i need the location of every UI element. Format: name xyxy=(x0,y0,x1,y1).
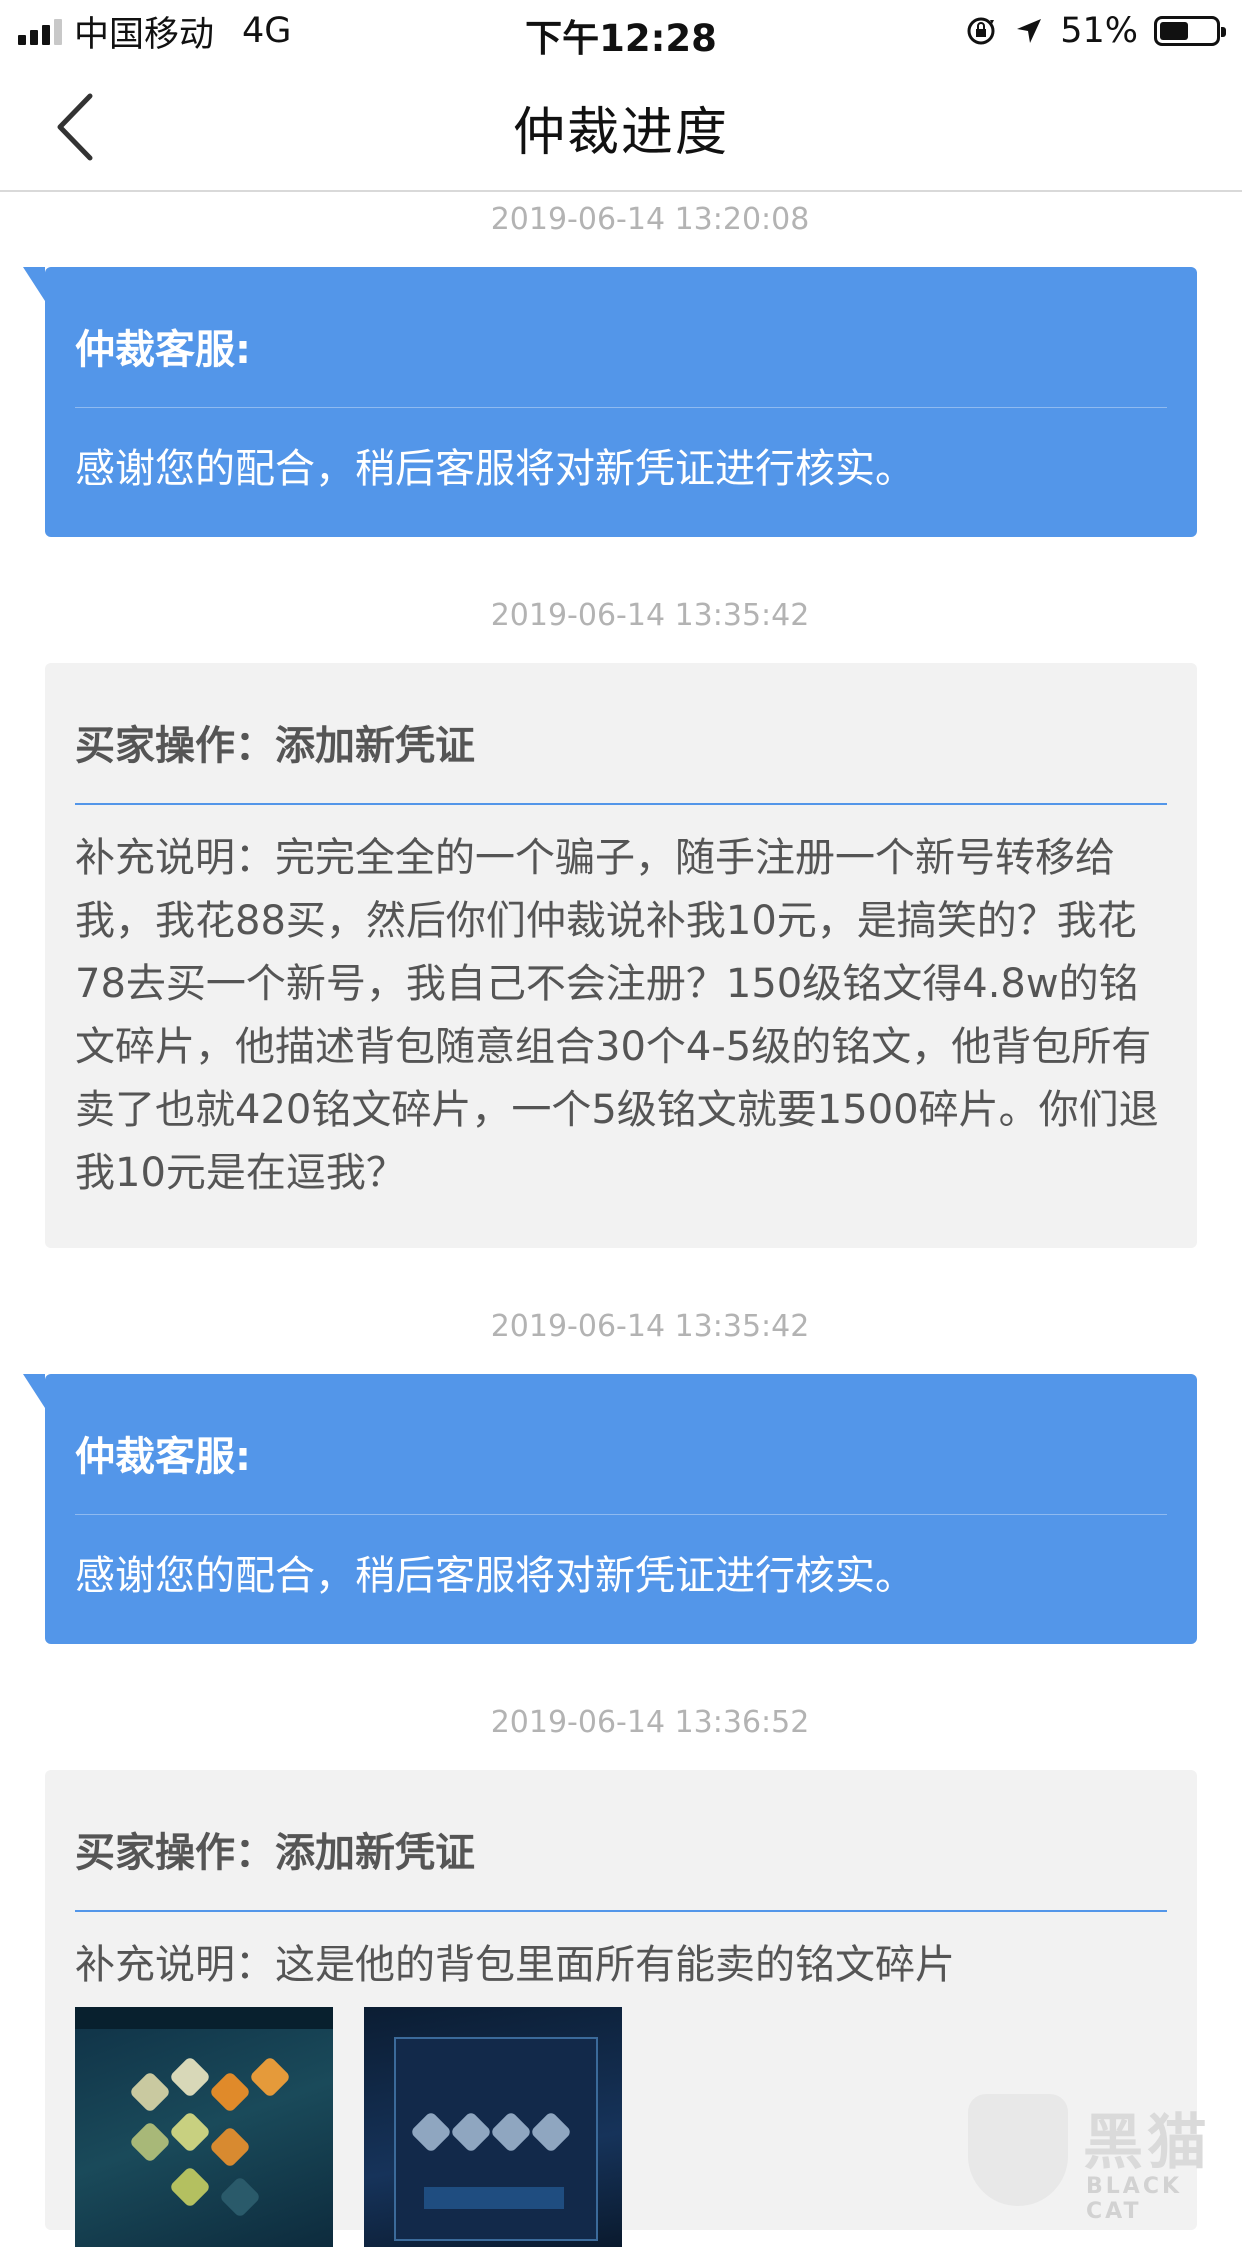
buyer-action-card: 买家操作：添加新凭证 补充说明：完完全全的一个骗子，随手注册一个新号转移给我，我… xyxy=(45,663,1197,1248)
battery-level xyxy=(1160,22,1188,40)
card-body: 感谢您的配合，稍后客服将对新凭证进行核实。 xyxy=(75,446,915,492)
card-body: 补充说明：这是他的背包里面所有能卖的铭文碎片 xyxy=(75,1942,955,1988)
card-title: 仲裁客服: xyxy=(75,1434,251,1480)
battery-percent: 51% xyxy=(1060,11,1138,51)
screenshot-thumbnail-1[interactable] xyxy=(75,2007,333,2247)
status-right: 51% xyxy=(964,10,1226,52)
timestamp: 2019-06-14 13:35:42 xyxy=(490,598,810,633)
card-title: 仲裁客服: xyxy=(75,327,251,373)
watermark-name: 黑猫 xyxy=(1083,2108,1211,2178)
timestamp: 2019-06-14 13:36:52 xyxy=(490,1705,810,1740)
card-title: 买家操作：添加新凭证 xyxy=(75,723,475,769)
black-cat-logo: 黑猫 BLACK CAT xyxy=(968,2090,1242,2224)
service-message-card: 仲裁客服: 感谢您的配合，稍后客服将对新凭证进行核实。 xyxy=(23,267,1197,537)
card-body: 感谢您的配合，稍后客服将对新凭证进行核实。 xyxy=(75,1553,915,1599)
location-arrow-icon xyxy=(1017,19,1042,43)
screenshot-thumbnail-2[interactable] xyxy=(364,2007,622,2247)
page-title: 仲裁进度 xyxy=(512,103,729,163)
nav-bar: 仲裁进度 xyxy=(0,62,1242,192)
rotation-lock-icon xyxy=(967,17,995,45)
timestamp: 2019-06-14 13:20:08 xyxy=(490,202,810,237)
watermark-sub: BLACK CAT xyxy=(1086,2174,1183,2224)
battery-icon xyxy=(1154,16,1226,46)
service-message-card: 仲裁客服: 感谢您的配合，稍后客服将对新凭证进行核实。 xyxy=(23,1374,1197,1644)
timestamp: 2019-06-14 13:35:42 xyxy=(490,1309,810,1344)
status-bar: 中国移动 4G 下午12:28 51% xyxy=(0,0,1242,62)
card-body: 补充说明：完完全全的一个骗子，随手注册一个新号转移给我，我花88买，然后你们仲裁… xyxy=(75,835,1159,1196)
card-title: 买家操作：添加新凭证 xyxy=(75,1830,475,1876)
cat-shield-icon xyxy=(968,2094,1068,2206)
